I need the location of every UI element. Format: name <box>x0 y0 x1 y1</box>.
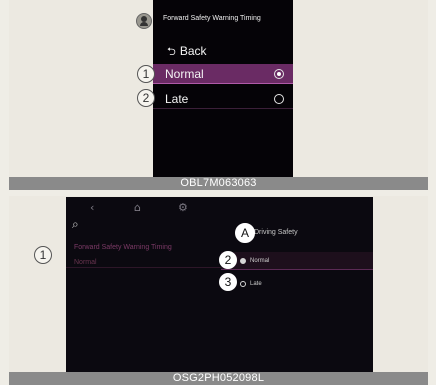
radio-unselected-icon[interactable] <box>274 94 284 104</box>
radio-selected-icon[interactable] <box>274 69 284 79</box>
option-late-b[interactable]: Late <box>221 275 373 293</box>
user-icon <box>136 13 152 29</box>
option-normal-b-label: Normal <box>250 258 270 264</box>
home-icon[interactable]: ⌂ <box>134 201 141 214</box>
option-normal[interactable]: Normal <box>153 64 293 84</box>
callout-1-top: 1 <box>137 65 155 83</box>
figure-caption-bottom: OSG2PH052098L <box>9 372 428 385</box>
callout-2-top: 2 <box>137 89 155 107</box>
option-late[interactable]: Late <box>153 89 293 109</box>
menu-title: Driving Safety <box>254 229 298 236</box>
radio-unselected-icon[interactable] <box>240 281 246 287</box>
page-title: Forward Safety Warning Timing <box>163 15 261 22</box>
search-icon[interactable]: ⌕ <box>72 217 79 232</box>
radio-selected-icon[interactable] <box>240 258 246 264</box>
callout-1-bottom: 1 <box>34 246 52 264</box>
nav-back-icon[interactable]: ‹ <box>90 201 94 214</box>
figure-caption-top: OBL7M063063 <box>9 177 428 190</box>
callout-3-bottom: 3 <box>219 273 237 291</box>
option-normal-label: Normal <box>165 67 204 81</box>
top-screen: Forward Safety Warning Timing ⮌ Back Norm… <box>153 0 293 177</box>
option-late-b-label: Late <box>250 281 262 287</box>
option-normal-b[interactable]: Normal <box>221 252 373 270</box>
back-label: Back <box>179 44 207 58</box>
back-button[interactable]: ⮌ Back <box>153 42 293 60</box>
settings-icon[interactable]: ⚙ <box>178 201 188 214</box>
list-item-title: Forward Safety Warning Timing <box>74 244 172 251</box>
return-arrow-icon: ⮌ <box>167 46 176 58</box>
option-late-label: Late <box>165 92 189 106</box>
list-item-value: Normal <box>74 259 97 266</box>
callout-a: A <box>235 223 255 243</box>
callout-2-bottom: 2 <box>219 251 237 269</box>
